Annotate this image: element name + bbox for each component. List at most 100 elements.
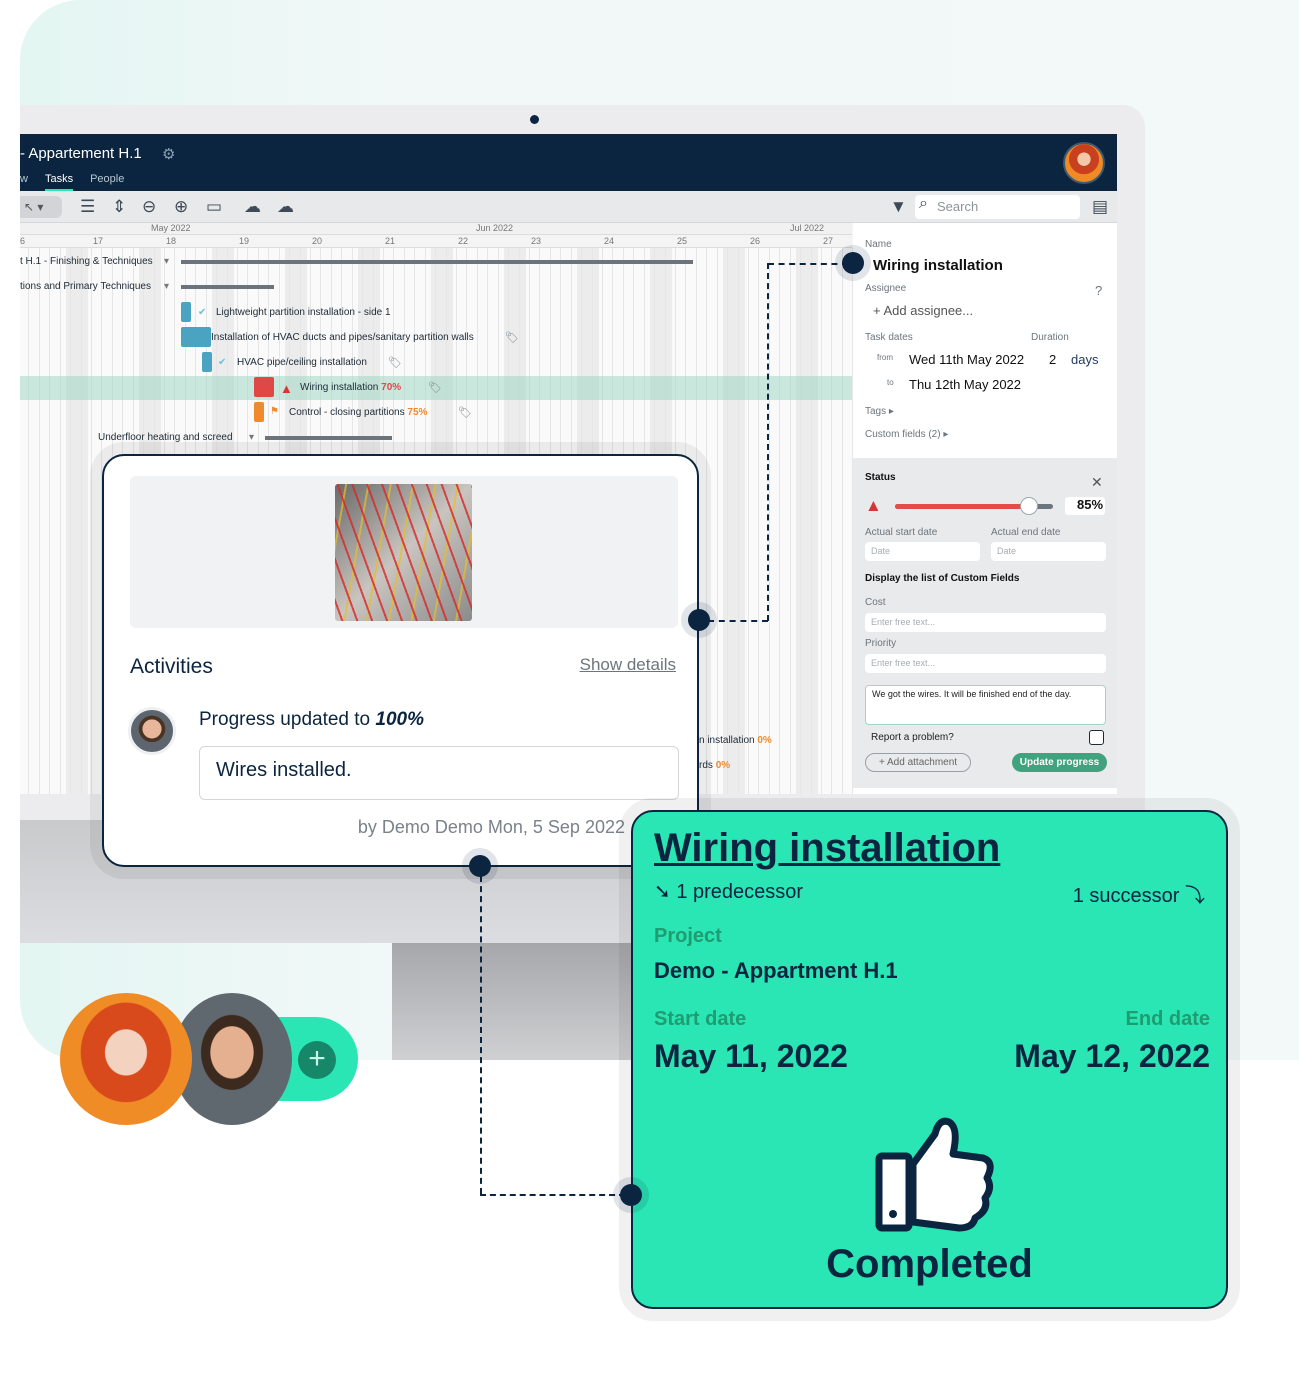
name-label: Name bbox=[865, 239, 892, 250]
successor-arrow-icon: ⤵ bbox=[1185, 885, 1205, 907]
report-problem-checkbox[interactable] bbox=[1089, 730, 1104, 745]
show-details-link[interactable]: Show details bbox=[580, 655, 676, 675]
duration-unit[interactable]: days bbox=[1071, 352, 1098, 367]
tags-toggle[interactable]: Tags ▸ bbox=[865, 406, 894, 417]
team-member-avatar[interactable] bbox=[60, 993, 192, 1125]
grid-line bbox=[841, 248, 843, 794]
indent-icon[interactable]: ☰ bbox=[80, 196, 95, 218]
update-progress-button[interactable]: Update progress bbox=[1012, 753, 1107, 772]
actual-end-input[interactable]: Date bbox=[991, 542, 1106, 561]
custom-fields-toggle[interactable]: Custom fields (2) ▸ bbox=[865, 429, 948, 440]
panel-toggle-icon[interactable]: ▤ bbox=[1092, 196, 1108, 218]
comment-textarea[interactable]: We got the wires. It will be finished en… bbox=[865, 685, 1106, 725]
expand-icon[interactable]: ▾ bbox=[249, 432, 254, 443]
tab-people[interactable]: People bbox=[90, 173, 124, 191]
task-bar[interactable] bbox=[254, 402, 264, 422]
task-bar[interactable] bbox=[202, 352, 212, 372]
connector-line bbox=[768, 263, 848, 265]
tag-icon[interactable]: 🏷 bbox=[458, 406, 472, 419]
task-label[interactable]: Lightweight partition installation - sid… bbox=[216, 307, 391, 318]
expand-icon[interactable]: ▾ bbox=[164, 256, 169, 267]
grid-line bbox=[737, 248, 739, 794]
fit-screen-icon[interactable]: ▭ bbox=[206, 196, 222, 218]
day-label: 24 bbox=[604, 236, 615, 246]
summary-label[interactable]: Underfloor heating and screed bbox=[98, 432, 233, 443]
expand-icon[interactable]: ▾ bbox=[164, 281, 169, 292]
add-attachment-button[interactable]: + Add attachment bbox=[865, 753, 971, 772]
task-label[interactable]: rds 0% bbox=[699, 760, 730, 771]
tag-icon[interactable]: 🏷 bbox=[428, 381, 442, 394]
task-label-control[interactable]: Control - closing partitions 75% bbox=[289, 407, 427, 418]
task-percent: 0% bbox=[715, 760, 731, 771]
task-bar-wiring[interactable] bbox=[254, 377, 274, 397]
predecessor-link[interactable]: ➘ 1 predecessor bbox=[654, 879, 803, 904]
predecessor-label: 1 predecessor bbox=[676, 881, 804, 903]
progress-slider[interactable] bbox=[895, 497, 1053, 515]
start-date-field[interactable]: Wed 11th May 2022 bbox=[909, 352, 1024, 367]
progress-input[interactable]: 85% bbox=[1065, 497, 1105, 515]
grid-line bbox=[49, 248, 51, 794]
grid-line bbox=[28, 248, 30, 794]
wiring-photo[interactable] bbox=[335, 484, 472, 621]
day-label: 17 bbox=[93, 236, 104, 246]
collapse-icon[interactable]: ⇕ bbox=[112, 196, 126, 218]
close-icon[interactable]: ✕ bbox=[1091, 474, 1103, 491]
task-label[interactable]: HVAC pipe/ceiling installation bbox=[237, 357, 367, 368]
tag-icon[interactable]: 🏷 bbox=[505, 331, 519, 344]
duration-value[interactable]: 2 bbox=[1049, 352, 1056, 367]
priority-input[interactable]: Enter free text... bbox=[865, 654, 1106, 673]
check-icon: ✔ bbox=[218, 357, 227, 368]
summary-label[interactable]: tions and Primary Techniques bbox=[20, 281, 151, 292]
summary-label[interactable]: t H.1 - Finishing & Techniques bbox=[20, 256, 153, 267]
actual-start-input[interactable]: Date bbox=[865, 542, 980, 561]
day-label: 20 bbox=[312, 236, 323, 246]
successor-link[interactable]: 1 successor ⤵ bbox=[1073, 879, 1205, 908]
summary-bar[interactable] bbox=[181, 285, 274, 289]
user-avatar[interactable] bbox=[1063, 142, 1105, 184]
successor-label: 1 successor bbox=[1072, 885, 1180, 907]
task-label[interactable]: n installation 0% bbox=[699, 735, 772, 746]
progress-slider-thumb[interactable] bbox=[1020, 497, 1039, 515]
task-label-wiring[interactable]: Wiring installation 70% bbox=[300, 382, 401, 393]
camera-dot bbox=[530, 115, 539, 124]
cloud-download-icon[interactable]: ☁ bbox=[244, 196, 261, 218]
tab-tasks[interactable]: Tasks bbox=[44, 173, 74, 191]
search-input[interactable]: Search bbox=[915, 195, 1080, 219]
task-bar[interactable] bbox=[181, 327, 211, 347]
summary-bar[interactable] bbox=[265, 436, 392, 440]
add-assignee-button[interactable]: + Add assignee... bbox=[873, 303, 973, 318]
progress-value: 85 bbox=[1076, 497, 1092, 512]
predecessor-arrow-icon: ➘ bbox=[654, 881, 671, 903]
grid-line bbox=[821, 248, 822, 794]
plus-icon[interactable]: + bbox=[298, 1041, 336, 1079]
activity-meta: by Demo Demo Mon, 5 Sep 2022 bbox=[357, 817, 625, 837]
grid-line bbox=[810, 248, 812, 794]
task-label[interactable]: Installation of HVAC ducts and pipes/san… bbox=[211, 332, 474, 343]
project-value: Demo - Appartment H.1 bbox=[654, 958, 898, 983]
activity-card: Activities Show details Progress updated… bbox=[102, 454, 699, 867]
zoom-out-icon[interactable]: ⊖ bbox=[142, 196, 156, 218]
add-assignee-label: Add assignee... bbox=[883, 303, 974, 318]
cost-input[interactable]: Enter free text... bbox=[865, 613, 1106, 632]
help-icon[interactable]: ? bbox=[1095, 283, 1102, 298]
tab-overview[interactable]: w bbox=[20, 173, 28, 191]
task-bar[interactable] bbox=[181, 302, 191, 322]
cost-label: Cost bbox=[865, 597, 886, 608]
summary-card-title[interactable]: Wiring installation bbox=[654, 826, 1000, 871]
photo-container bbox=[130, 476, 678, 628]
cloud-upload-icon[interactable]: ☁ bbox=[277, 196, 294, 218]
filter-icon[interactable]: ▼ bbox=[890, 196, 907, 218]
task-name-field[interactable]: Wiring installation bbox=[873, 257, 1003, 274]
grid-line bbox=[91, 248, 92, 794]
summary-bar[interactable] bbox=[181, 260, 693, 264]
end-date-field[interactable]: Thu 12th May 2022 bbox=[909, 377, 1021, 392]
task-percent: 75% bbox=[407, 407, 428, 418]
warning-icon: ▲ bbox=[865, 496, 882, 515]
zoom-in-icon[interactable]: ⊕ bbox=[174, 196, 188, 218]
tag-icon[interactable]: 🏷 bbox=[388, 356, 402, 369]
gear-icon[interactable]: ⚙ bbox=[162, 145, 175, 163]
grid-line bbox=[706, 248, 708, 794]
grid-line bbox=[789, 248, 791, 794]
link-tool-dropdown[interactable]: ↖ ▾ bbox=[20, 196, 62, 218]
task-name: rds bbox=[699, 760, 713, 771]
